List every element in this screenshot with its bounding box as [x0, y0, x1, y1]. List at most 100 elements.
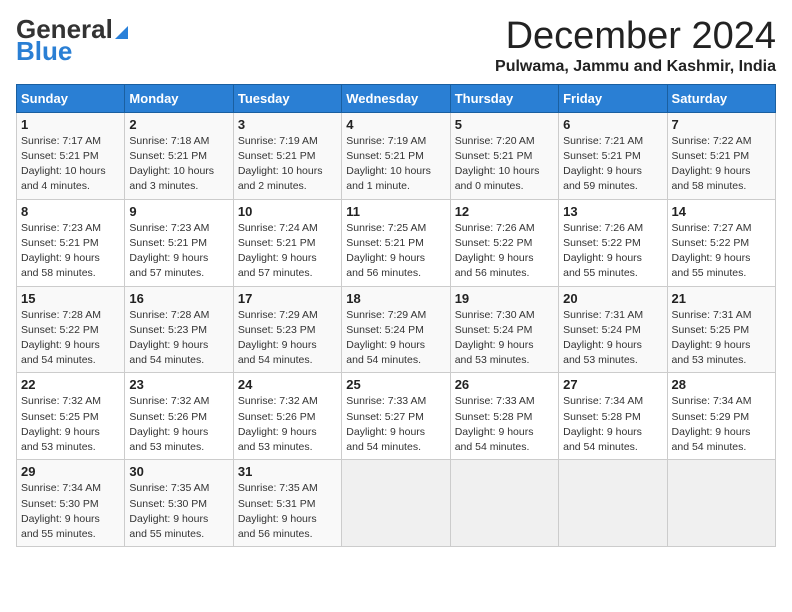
day-info: Sunrise: 7:29 AMSunset: 5:24 PMDaylight:… [346, 308, 445, 369]
logo-triangle-icon [115, 26, 128, 39]
day-number: 26 [455, 377, 554, 392]
calendar-cell [450, 460, 558, 547]
day-number: 25 [346, 377, 445, 392]
weekday-header-sunday: Sunday [17, 84, 125, 112]
calendar-cell: 8Sunrise: 7:23 AMSunset: 5:21 PMDaylight… [17, 199, 125, 286]
day-number: 11 [346, 204, 445, 219]
day-info: Sunrise: 7:18 AMSunset: 5:21 PMDaylight:… [129, 134, 228, 195]
calendar-cell: 18 Sunrise: 7:29 AMSunset: 5:24 PMDayligh… [342, 286, 450, 373]
day-number: 23 [129, 377, 228, 392]
day-number: 12 [455, 204, 554, 219]
calendar-cell: 22 Sunrise: 7:32 AMSunset: 5:25 PMDayligh… [17, 373, 125, 460]
weekday-header-tuesday: Tuesday [233, 84, 341, 112]
day-info: Sunrise: 7:27 AMSunset: 5:22 PMDaylight:… [672, 221, 771, 282]
calendar-cell: 29 Sunrise: 7:34 AMSunset: 5:30 PMDayligh… [17, 460, 125, 547]
calendar-cell: 13Sunrise: 7:26 AMSunset: 5:22 PMDayligh… [559, 199, 667, 286]
location-title: Pulwama, Jammu and Kashmir, India [495, 58, 776, 76]
day-info: Sunrise: 7:25 AMSunset: 5:21 PMDaylight:… [346, 221, 445, 282]
day-info: Sunrise: 7:34 AMSunset: 5:28 PMDaylight:… [563, 394, 662, 455]
calendar-cell: 12 Sunrise: 7:26 AMSunset: 5:22 PMDayligh… [450, 199, 558, 286]
day-info: Sunrise: 7:35 AMSunset: 5:31 PMDaylight:… [238, 481, 337, 542]
day-info: Sunrise: 7:33 AMSunset: 5:27 PMDaylight:… [346, 394, 445, 455]
calendar-cell: 16Sunrise: 7:28 AMSunset: 5:23 PMDayligh… [125, 286, 233, 373]
calendar-cell [559, 460, 667, 547]
calendar-cell: 19Sunrise: 7:30 AMSunset: 5:24 PMDayligh… [450, 286, 558, 373]
day-info: Sunrise: 7:28 AMSunset: 5:23 PMDaylight:… [129, 308, 228, 369]
day-info: Sunrise: 7:21 AMSunset: 5:21 PMDaylight:… [563, 134, 662, 195]
calendar-cell: 28 Sunrise: 7:34 AMSunset: 5:29 PMDayligh… [667, 373, 775, 460]
day-number: 18 [346, 291, 445, 306]
calendar-cell: 15 Sunrise: 7:28 AMSunset: 5:22 PMDayligh… [17, 286, 125, 373]
day-info: Sunrise: 7:22 AMSunset: 5:21 PMDaylight:… [672, 134, 771, 195]
day-info: Sunrise: 7:26 AMSunset: 5:22 PMDaylight:… [563, 221, 662, 282]
calendar-cell: 23 Sunrise: 7:32 AMSunset: 5:26 PMDayligh… [125, 373, 233, 460]
calendar-cell: 26 Sunrise: 7:33 AMSunset: 5:28 PMDayligh… [450, 373, 558, 460]
day-info: Sunrise: 7:23 AMSunset: 5:21 PMDaylight:… [21, 221, 120, 282]
calendar-cell: 4 Sunrise: 7:19 AMSunset: 5:21 PMDaylight… [342, 112, 450, 199]
day-number: 6 [563, 117, 662, 132]
day-info: Sunrise: 7:34 AMSunset: 5:29 PMDaylight:… [672, 394, 771, 455]
day-number: 17 [238, 291, 337, 306]
day-number: 10 [238, 204, 337, 219]
calendar-cell: 21Sunrise: 7:31 AMSunset: 5:25 PMDayligh… [667, 286, 775, 373]
calendar-cell: 30Sunrise: 7:35 AMSunset: 5:30 PMDayligh… [125, 460, 233, 547]
calendar-cell: 14 Sunrise: 7:27 AMSunset: 5:22 PMDayligh… [667, 199, 775, 286]
weekday-header-friday: Friday [559, 84, 667, 112]
day-info: Sunrise: 7:26 AMSunset: 5:22 PMDaylight:… [455, 221, 554, 282]
day-info: Sunrise: 7:29 AMSunset: 5:23 PMDaylight:… [238, 308, 337, 369]
calendar-cell: 7Sunrise: 7:22 AMSunset: 5:21 PMDaylight… [667, 112, 775, 199]
logo-blue: Blue [16, 38, 72, 64]
day-number: 31 [238, 464, 337, 479]
calendar-cell: 9Sunrise: 7:23 AMSunset: 5:21 PMDaylight… [125, 199, 233, 286]
day-number: 1 [21, 117, 120, 132]
calendar-cell [342, 460, 450, 547]
logo: General Blue [16, 16, 128, 64]
calendar-cell: 24 Sunrise: 7:32 AMSunset: 5:26 PMDayligh… [233, 373, 341, 460]
day-info: Sunrise: 7:32 AMSunset: 5:26 PMDaylight:… [238, 394, 337, 455]
day-number: 2 [129, 117, 228, 132]
day-number: 5 [455, 117, 554, 132]
day-info: Sunrise: 7:32 AMSunset: 5:25 PMDaylight:… [21, 394, 120, 455]
day-number: 20 [563, 291, 662, 306]
day-number: 19 [455, 291, 554, 306]
calendar-table: SundayMondayTuesdayWednesdayThursdayFrid… [16, 84, 776, 547]
day-info: Sunrise: 7:19 AMSunset: 5:21 PMDaylight:… [238, 134, 337, 195]
day-number: 22 [21, 377, 120, 392]
day-info: Sunrise: 7:19 AMSunset: 5:21 PMDaylight:… [346, 134, 445, 195]
calendar-cell [667, 460, 775, 547]
weekday-header-wednesday: Wednesday [342, 84, 450, 112]
day-number: 30 [129, 464, 228, 479]
calendar-cell: 3Sunrise: 7:19 AMSunset: 5:21 PMDaylight… [233, 112, 341, 199]
day-info: Sunrise: 7:20 AMSunset: 5:21 PMDaylight:… [455, 134, 554, 195]
title-area: December 2024 Pulwama, Jammu and Kashmir… [495, 16, 776, 76]
calendar-cell: 2 Sunrise: 7:18 AMSunset: 5:21 PMDaylight… [125, 112, 233, 199]
calendar-cell: 11 Sunrise: 7:25 AMSunset: 5:21 PMDayligh… [342, 199, 450, 286]
calendar-cell: 1Sunrise: 7:17 AMSunset: 5:21 PMDaylight… [17, 112, 125, 199]
day-info: Sunrise: 7:31 AMSunset: 5:24 PMDaylight:… [563, 308, 662, 369]
calendar-cell: 6 Sunrise: 7:21 AMSunset: 5:21 PMDaylight… [559, 112, 667, 199]
header: General Blue December 2024 Pulwama, Jamm… [16, 16, 776, 76]
day-number: 21 [672, 291, 771, 306]
day-number: 29 [21, 464, 120, 479]
day-number: 4 [346, 117, 445, 132]
weekday-header-monday: Monday [125, 84, 233, 112]
day-info: Sunrise: 7:24 AMSunset: 5:21 PMDaylight:… [238, 221, 337, 282]
day-info: Sunrise: 7:33 AMSunset: 5:28 PMDaylight:… [455, 394, 554, 455]
day-number: 15 [21, 291, 120, 306]
day-number: 9 [129, 204, 228, 219]
day-number: 28 [672, 377, 771, 392]
day-info: Sunrise: 7:28 AMSunset: 5:22 PMDaylight:… [21, 308, 120, 369]
day-number: 14 [672, 204, 771, 219]
day-info: Sunrise: 7:34 AMSunset: 5:30 PMDaylight:… [21, 481, 120, 542]
calendar-cell: 20 Sunrise: 7:31 AMSunset: 5:24 PMDayligh… [559, 286, 667, 373]
day-number: 27 [563, 377, 662, 392]
calendar-cell: 17 Sunrise: 7:29 AMSunset: 5:23 PMDayligh… [233, 286, 341, 373]
calendar-cell: 31 Sunrise: 7:35 AMSunset: 5:31 PMDayligh… [233, 460, 341, 547]
day-number: 24 [238, 377, 337, 392]
weekday-header-saturday: Saturday [667, 84, 775, 112]
day-info: Sunrise: 7:32 AMSunset: 5:26 PMDaylight:… [129, 394, 228, 455]
calendar-cell: 10 Sunrise: 7:24 AMSunset: 5:21 PMDayligh… [233, 199, 341, 286]
weekday-header-thursday: Thursday [450, 84, 558, 112]
calendar-cell: 5 Sunrise: 7:20 AMSunset: 5:21 PMDaylight… [450, 112, 558, 199]
calendar-cell: 25 Sunrise: 7:33 AMSunset: 5:27 PMDayligh… [342, 373, 450, 460]
